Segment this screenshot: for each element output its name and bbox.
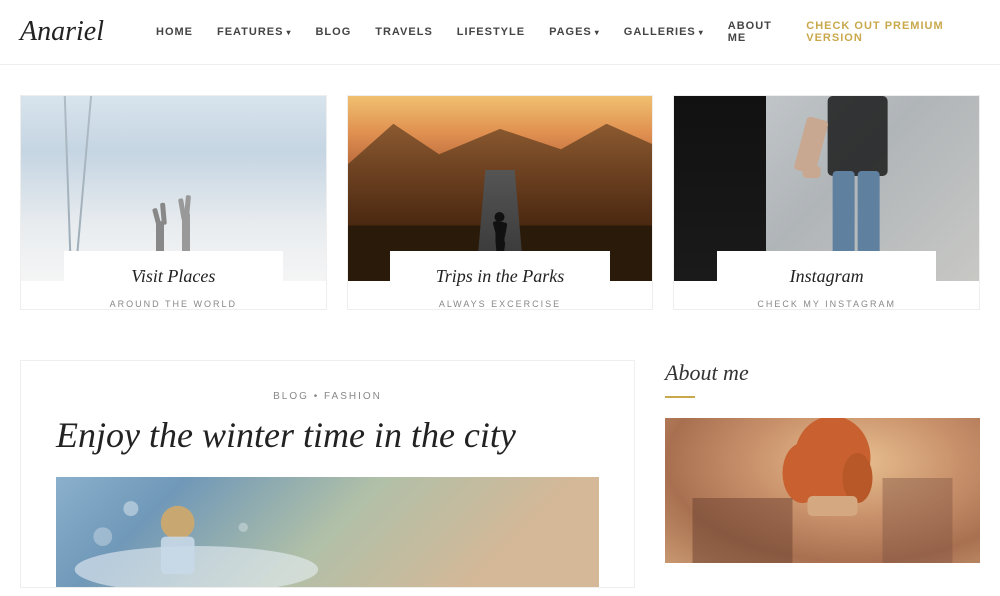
card-visit-places[interactable]: Visit Places AROUND THE WORLD (20, 95, 327, 310)
nav-blog[interactable]: BLOG (303, 26, 363, 38)
card-title-2: Trips in the Parks (410, 266, 589, 287)
card-subtitle-1: AROUND THE WORLD (84, 299, 263, 309)
card-title-wrap-3: Instagram CHECK MY INSTAGRAM (717, 251, 936, 309)
nav-premium[interactable]: CHECK OUT PREMIUM VERSION (794, 20, 980, 44)
bottom-section: BLOG • FASHION Enjoy the winter time in … (20, 360, 980, 588)
card-instagram[interactable]: Instagram CHECK MY INSTAGRAM (673, 95, 980, 310)
chevron-down-icon: ▾ (286, 28, 291, 37)
blog-category: BLOG • FASHION (56, 391, 599, 402)
card-trips[interactable]: Trips in the Parks ALWAYS EXCERCISE (347, 95, 654, 310)
site-header: Anariel HOME FEATURES▾ BLOG TRAVELS LIFE… (0, 0, 1000, 65)
about-divider (665, 396, 695, 398)
card-title-3: Instagram (737, 266, 916, 287)
chevron-down-icon: ▾ (699, 28, 704, 37)
nav-travels[interactable]: TRAVELS (363, 26, 445, 38)
card-title-wrap-2: Trips in the Parks ALWAYS EXCERCISE (390, 251, 609, 309)
card-title-wrap-1: Visit Places AROUND THE WORLD (64, 251, 283, 309)
nav-pages[interactable]: PAGES▾ (537, 26, 612, 38)
nav-home[interactable]: HOME (144, 26, 205, 38)
blog-post[interactable]: BLOG • FASHION Enjoy the winter time in … (20, 360, 635, 588)
blog-title: Enjoy the winter time in the city (56, 414, 599, 457)
main-content: Visit Places AROUND THE WORLD (0, 65, 1000, 588)
card-title-1: Visit Places (84, 266, 263, 287)
card-subtitle-3: CHECK MY INSTAGRAM (737, 299, 916, 309)
nav-lifestyle[interactable]: LIFESTYLE (445, 26, 537, 38)
about-image (665, 418, 980, 563)
site-logo[interactable]: Anariel (20, 16, 104, 48)
about-title: About me (665, 360, 980, 386)
chevron-down-icon: ▾ (595, 28, 600, 37)
main-nav: HOME FEATURES▾ BLOG TRAVELS LIFESTYLE PA… (144, 20, 980, 44)
cards-section: Visit Places AROUND THE WORLD (20, 95, 980, 310)
blog-image (56, 477, 599, 587)
nav-features[interactable]: FEATURES▾ (205, 26, 303, 38)
nav-about-me[interactable]: ABOUT ME (716, 20, 794, 44)
nav-galleries[interactable]: GALLERIES▾ (612, 26, 716, 38)
blog-scene-svg (56, 477, 599, 587)
about-section: About me (665, 360, 980, 588)
card-subtitle-2: ALWAYS EXCERCISE (410, 299, 589, 309)
about-person-svg (665, 418, 980, 563)
